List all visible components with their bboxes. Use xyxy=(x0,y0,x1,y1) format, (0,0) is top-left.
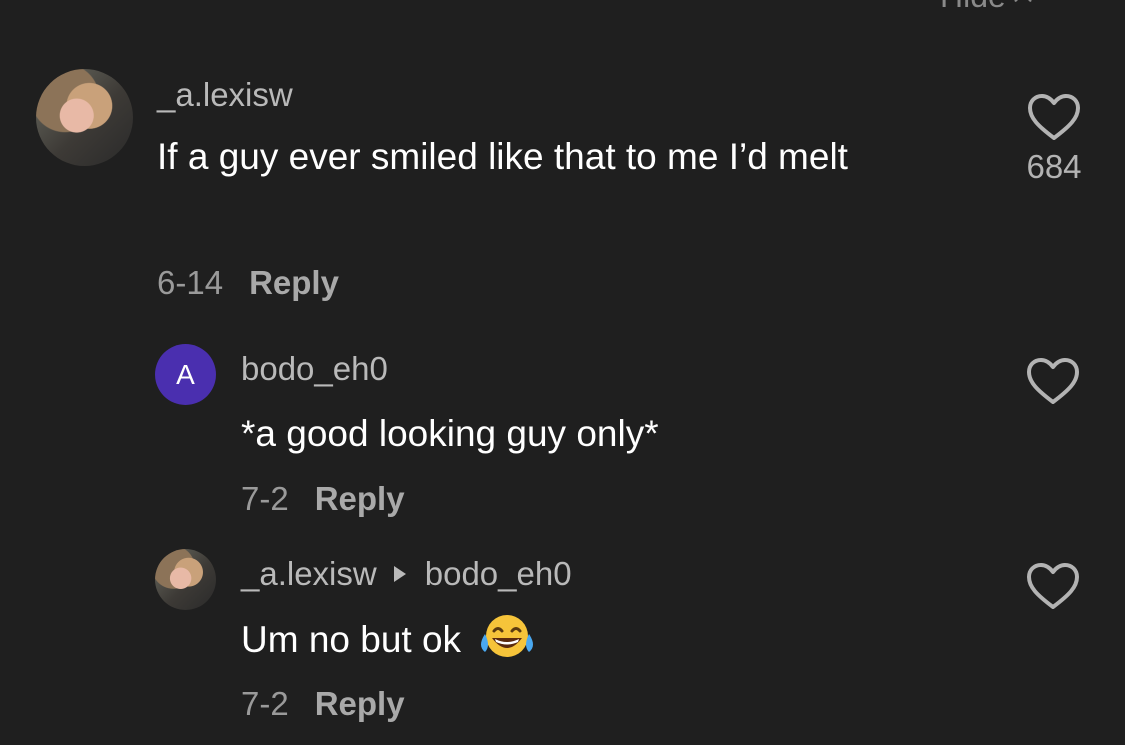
reply-item: A bodo_eh0 *a good looking guy only* 7-2… xyxy=(0,330,1125,530)
like-count: 684 xyxy=(1026,148,1082,185)
like-button[interactable]: 684 xyxy=(1024,92,1084,186)
comment-date: 7-2 xyxy=(241,685,289,722)
heart-icon xyxy=(1027,563,1079,609)
comment-text: Um no but ok xyxy=(241,611,941,669)
comment-date: 7-2 xyxy=(241,480,289,517)
comments-panel: Hide _a.lexisw If a guy ever smiled like… xyxy=(0,0,1125,745)
comment-username: _a.lexisw bodo_eh0 xyxy=(241,555,572,593)
like-button[interactable] xyxy=(1023,561,1083,611)
avatar[interactable]: A xyxy=(155,344,216,405)
reply-button[interactable]: Reply xyxy=(249,264,339,301)
avatar-letter: A xyxy=(176,358,195,390)
heart-icon xyxy=(1027,358,1079,404)
comment-text: If a guy ever smiled like that to me I’d… xyxy=(157,136,848,177)
comment-username[interactable]: _a.lexisw xyxy=(157,76,293,114)
comment-username[interactable]: bodo_eh0 xyxy=(241,350,388,388)
avatar[interactable] xyxy=(36,69,133,166)
comment-text-content: Um no but ok xyxy=(241,619,462,660)
like-button[interactable] xyxy=(1023,356,1083,406)
comment-meta: 7-2 Reply xyxy=(241,480,405,518)
reply-item: _a.lexisw bodo_eh0 Um no but ok 7-2 Reply xyxy=(0,535,1125,745)
reply-author[interactable]: _a.lexisw xyxy=(241,555,377,593)
reply-button[interactable]: Reply xyxy=(315,480,405,517)
avatar[interactable] xyxy=(155,549,216,610)
heart-icon xyxy=(1028,94,1080,140)
comment-text: *a good looking guy only* xyxy=(241,413,659,454)
reply-target[interactable]: bodo_eh0 xyxy=(425,555,572,593)
comment-meta: 6-14 Reply xyxy=(157,264,339,302)
comment-meta: 7-2 Reply xyxy=(241,685,405,723)
comment-item: _a.lexisw If a guy ever smiled like that… xyxy=(0,0,1125,320)
reply-arrow-icon xyxy=(393,566,406,582)
comment-date: 6-14 xyxy=(157,264,224,301)
face-with-tears-of-joy-icon xyxy=(481,615,534,657)
reply-button[interactable]: Reply xyxy=(315,685,405,722)
